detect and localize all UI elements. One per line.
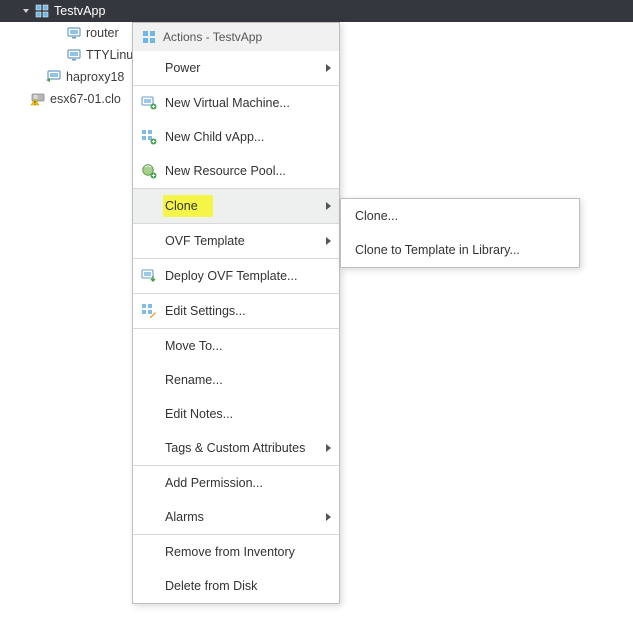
vapp-icon (141, 29, 157, 45)
menu-label: Deploy OVF Template... (165, 269, 331, 283)
tree-label: router (86, 26, 119, 40)
menu-label: Tags & Custom Attributes (165, 441, 320, 455)
menu-label: Power (165, 61, 320, 75)
menu-header: Actions - TestvApp (133, 23, 339, 51)
menu-label: Remove from Inventory (165, 545, 331, 559)
menu-label: Move To... (165, 339, 331, 353)
tree-item-vapp[interactable]: TestvApp (0, 0, 633, 22)
deploy-ovf-icon (141, 268, 157, 284)
menu-item-rename[interactable]: Rename... (133, 363, 339, 397)
menu-item-ovf-template[interactable]: OVF Template (133, 224, 339, 258)
new-vm-icon (141, 95, 157, 111)
tree-label: haproxy18 (66, 70, 124, 84)
vm-running-icon (46, 69, 62, 85)
chevron-right-icon (326, 237, 331, 245)
menu-label: Clone to Template in Library... (355, 243, 571, 257)
menu-item-new-resource-pool[interactable]: New Resource Pool... (133, 154, 339, 188)
menu-item-edit-settings[interactable]: Edit Settings... (133, 294, 339, 328)
menu-label: Rename... (165, 373, 331, 387)
menu-label: Add Permission... (165, 476, 331, 490)
tree-label: TTYLinu (86, 48, 133, 62)
menu-label: Clone (165, 199, 320, 213)
chevron-down-icon[interactable] (20, 7, 32, 15)
menu-label: New Child vApp... (165, 130, 331, 144)
submenu-item-clone-template-library[interactable]: Clone to Template in Library... (341, 233, 579, 267)
menu-item-edit-notes[interactable]: Edit Notes... (133, 397, 339, 431)
chevron-right-icon (326, 513, 331, 521)
clone-submenu: Clone... Clone to Template in Library... (340, 198, 580, 268)
tree-label: esx67-01.clo (50, 92, 121, 106)
menu-item-alarms[interactable]: Alarms (133, 500, 339, 534)
menu-item-move-to[interactable]: Move To... (133, 329, 339, 363)
menu-item-clone[interactable]: Clone (133, 189, 339, 223)
new-vapp-icon (141, 129, 157, 145)
menu-item-new-vm[interactable]: New Virtual Machine... (133, 86, 339, 120)
menu-label: OVF Template (165, 234, 320, 248)
menu-item-power[interactable]: Power (133, 51, 339, 85)
chevron-right-icon (326, 202, 331, 210)
menu-item-new-child-vapp[interactable]: New Child vApp... (133, 120, 339, 154)
menu-label: Edit Notes... (165, 407, 331, 421)
menu-label: Delete from Disk (165, 579, 331, 593)
menu-item-delete-disk[interactable]: Delete from Disk (133, 569, 339, 603)
menu-label: Alarms (165, 510, 320, 524)
resource-pool-icon (141, 163, 157, 179)
edit-settings-icon (141, 303, 157, 319)
menu-label: Edit Settings... (165, 304, 331, 318)
submenu-item-clone[interactable]: Clone... (341, 199, 579, 233)
menu-header-label: Actions - TestvApp (163, 30, 262, 44)
menu-item-tags[interactable]: Tags & Custom Attributes (133, 431, 339, 465)
vm-icon (66, 25, 82, 41)
menu-label: Clone... (355, 209, 571, 223)
context-menu: Actions - TestvApp Power New Virtual Mac… (132, 22, 340, 604)
tree-label: TestvApp (54, 4, 105, 18)
vm-icon (66, 47, 82, 63)
host-warning-icon (30, 91, 46, 107)
menu-item-remove-inventory[interactable]: Remove from Inventory (133, 535, 339, 569)
menu-item-add-permission[interactable]: Add Permission... (133, 466, 339, 500)
menu-item-deploy-ovf[interactable]: Deploy OVF Template... (133, 259, 339, 293)
menu-label: New Resource Pool... (165, 164, 331, 178)
chevron-right-icon (326, 64, 331, 72)
chevron-right-icon (326, 444, 331, 452)
vapp-icon (34, 3, 50, 19)
menu-label: New Virtual Machine... (165, 96, 331, 110)
